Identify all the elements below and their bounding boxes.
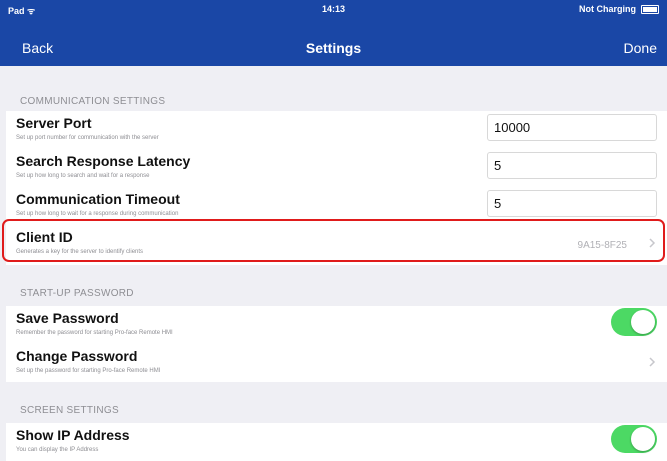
battery-status: Not Charging <box>579 4 659 14</box>
show-ip-desc: You can display the IP Address <box>16 447 99 453</box>
server-port-input[interactable]: 10000 <box>487 114 657 141</box>
show-ip-title: Show IP Address <box>16 427 130 443</box>
chevron-right-icon <box>649 357 656 367</box>
page-title: Settings <box>305 40 362 56</box>
screen-settings-group: Show IP Address You can display the IP A… <box>6 423 667 461</box>
server-port-row: Server Port Set up port number for commu… <box>6 111 667 149</box>
startup-password-group: Save Password Remember the password for … <box>6 306 667 382</box>
section-header-communication: COMMUNICATION SETTINGS <box>20 96 166 107</box>
show-ip-row: Show IP Address You can display the IP A… <box>6 423 667 461</box>
server-port-desc: Set up port number for communication wit… <box>16 135 159 141</box>
section-header-startup-password: START-UP PASSWORD <box>20 288 134 299</box>
toggle-knob <box>631 310 655 334</box>
battery-icon <box>641 4 659 14</box>
change-password-title: Change Password <box>16 348 138 364</box>
client-id-highlight <box>2 219 665 262</box>
show-ip-toggle[interactable] <box>611 425 657 453</box>
save-password-toggle[interactable] <box>611 308 657 336</box>
search-latency-desc: Set up how long to search and wait for a… <box>16 173 150 179</box>
toggle-knob <box>631 427 655 451</box>
server-port-title: Server Port <box>16 115 92 131</box>
save-password-desc: Remember the password for starting Pro-f… <box>16 330 173 336</box>
status-bar: Pad ᯤ 14:13 Not Charging <box>0 0 667 20</box>
navigation-bar: Back Settings Done <box>0 20 667 66</box>
communication-timeout-desc: Set up how long to wait for a response d… <box>16 211 179 217</box>
search-latency-row: Search Response Latency Set up how long … <box>6 149 667 187</box>
done-button[interactable]: Done <box>624 40 657 56</box>
change-password-row[interactable]: Change Password Set up the password for … <box>6 344 667 382</box>
search-latency-input[interactable]: 5 <box>487 152 657 179</box>
status-time: 14:13 <box>321 4 346 14</box>
search-latency-title: Search Response Latency <box>16 153 191 169</box>
communication-timeout-input[interactable]: 5 <box>487 190 657 217</box>
save-password-row: Save Password Remember the password for … <box>6 306 667 344</box>
change-password-desc: Set up the password for starting Pro-fac… <box>16 368 161 374</box>
section-header-screen-settings: SCREEN SETTINGS <box>20 405 119 416</box>
charging-label: Not Charging <box>579 4 636 14</box>
save-password-title: Save Password <box>16 310 119 326</box>
communication-timeout-title: Communication Timeout <box>16 191 180 207</box>
